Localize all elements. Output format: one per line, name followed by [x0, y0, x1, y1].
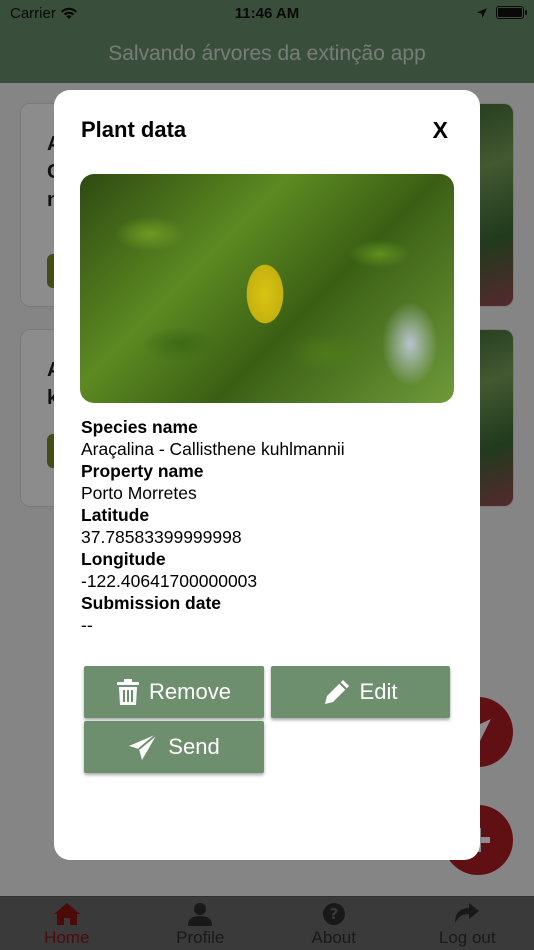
species-name-label: Species name — [81, 417, 198, 437]
modal-title: Plant data — [81, 117, 187, 142]
species-name-value: Araçalina - Callisthene kuhlmannii — [81, 439, 345, 459]
submission-date-label: Submission date — [81, 593, 222, 613]
remove-button[interactable]: Remove — [84, 666, 264, 718]
plant-details: Species name Araçalina - Callisthene kuh… — [81, 416, 451, 636]
paper-plane-icon — [129, 733, 158, 760]
plant-photo — [80, 174, 454, 403]
latitude-label: Latitude — [81, 505, 150, 525]
edit-button-label: Edit — [359, 679, 398, 704]
remove-button-label: Remove — [149, 679, 231, 704]
pencil-icon — [324, 680, 349, 704]
send-button-label: Send — [168, 734, 220, 759]
property-name-label: Property name — [81, 461, 204, 481]
longitude-value: -122.40641700000003 — [81, 571, 258, 591]
submission-date-value: -- — [81, 615, 93, 635]
longitude-label: Longitude — [81, 549, 166, 569]
plant-data-modal: Plant data X Species name Araçalina - Ca… — [54, 90, 480, 860]
close-button[interactable]: X — [433, 117, 448, 144]
trash-icon — [117, 679, 140, 705]
latitude-value: 37.78583399999998 — [81, 527, 242, 547]
edit-button[interactable]: Edit — [271, 666, 450, 718]
send-button[interactable]: Send — [84, 721, 264, 773]
property-name-value: Porto Morretes — [81, 483, 197, 503]
